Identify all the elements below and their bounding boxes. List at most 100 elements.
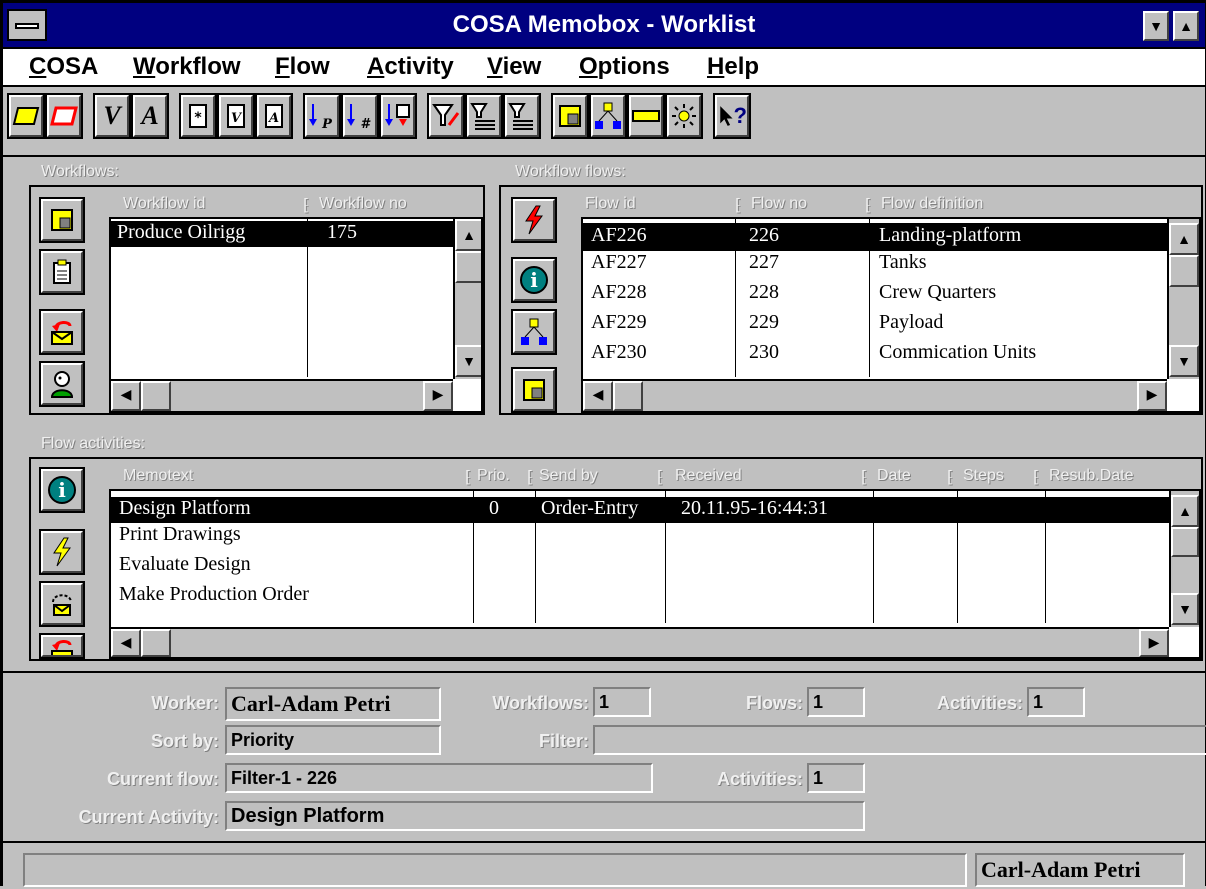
scroll-thumb[interactable] bbox=[141, 629, 171, 657]
flows-count-field: 1 bbox=[807, 687, 865, 717]
filter-list-button[interactable] bbox=[465, 93, 503, 139]
field-button[interactable] bbox=[627, 93, 665, 139]
memo-note-icon bbox=[559, 105, 581, 127]
current-activities-label: Activities: bbox=[716, 769, 803, 789]
menu-activity[interactable]: Activity bbox=[367, 53, 454, 81]
scroll-thumb[interactable] bbox=[1171, 527, 1199, 557]
sort-number-button[interactable]: # bbox=[341, 93, 379, 139]
sort-mail-button[interactable] bbox=[379, 93, 417, 139]
flow-id-cell: AF228 bbox=[591, 281, 647, 303]
minimize-button[interactable]: ▼ bbox=[1143, 11, 1169, 41]
activity-info-button[interactable]: i bbox=[39, 467, 85, 513]
sort-priority-button[interactable]: P bbox=[303, 93, 341, 139]
filter-edit-icon bbox=[432, 104, 460, 126]
menu-help[interactable]: Help bbox=[707, 53, 759, 81]
workflow-flows-list[interactable]: AF226 226 Landing-platform AF227 227 Tan… bbox=[581, 217, 1201, 413]
send-by-cell: Order-Entry bbox=[541, 497, 639, 519]
forward-mail-icon bbox=[52, 594, 72, 616]
scroll-left-arrow[interactable]: ◀ bbox=[111, 381, 141, 411]
sort-mail-icon bbox=[385, 104, 410, 126]
filter-field[interactable] bbox=[593, 725, 1206, 755]
scroll-up-arrow[interactable]: ▲ bbox=[455, 219, 481, 251]
menu-cosa[interactable]: COSA bbox=[29, 53, 98, 81]
scroll-up-arrow[interactable]: ▲ bbox=[1171, 495, 1199, 527]
hierarchy-button[interactable] bbox=[589, 93, 627, 139]
menu-bar: COSA Workflow Flow Activity View Options… bbox=[3, 49, 1205, 87]
scroll-thumb[interactable] bbox=[613, 381, 643, 411]
scroll-thumb[interactable] bbox=[1169, 255, 1199, 287]
workflow-open-button[interactable] bbox=[39, 197, 85, 243]
scroll-thumb[interactable] bbox=[455, 251, 481, 283]
flows-vscrollbar[interactable]: ▲ ▼ bbox=[1167, 219, 1199, 379]
scroll-left-arrow[interactable]: ◀ bbox=[583, 381, 613, 411]
menu-options[interactable]: Options bbox=[579, 53, 670, 81]
menu-view[interactable]: View bbox=[487, 53, 541, 81]
memotext-cell: Evaluate Design bbox=[119, 553, 251, 575]
workflow-return-mail-button[interactable] bbox=[39, 309, 85, 355]
flow-def-cell: Crew Quarters bbox=[879, 281, 997, 303]
table-row[interactable]: Design Platform 0 Order-Entry 20.11.95-1… bbox=[111, 497, 1169, 523]
flow-info-button[interactable]: i bbox=[511, 257, 557, 303]
hierarchy-icon bbox=[595, 102, 621, 129]
menu-workflow[interactable]: Workflow bbox=[133, 53, 241, 81]
scroll-right-arrow[interactable]: ▶ bbox=[1139, 629, 1169, 657]
filter-list-2-button[interactable] bbox=[503, 93, 541, 139]
col-received: Received bbox=[675, 467, 742, 484]
maximize-button[interactable]: ▲ bbox=[1173, 11, 1199, 41]
view-activity-button[interactable]: A bbox=[131, 93, 169, 139]
workflow-user-button[interactable] bbox=[39, 361, 85, 407]
scroll-up-arrow[interactable]: ▲ bbox=[1169, 223, 1199, 255]
flow-note-button[interactable] bbox=[511, 367, 557, 413]
workflows-hscrollbar[interactable]: ◀ ▶ bbox=[111, 379, 453, 411]
close-memobox-button[interactable] bbox=[45, 93, 83, 139]
activity-start-button[interactable] bbox=[39, 529, 85, 575]
scroll-left-arrow[interactable]: ◀ bbox=[111, 629, 141, 657]
workflow-copy-button[interactable] bbox=[39, 249, 85, 295]
scroll-right-arrow[interactable]: ▶ bbox=[1137, 381, 1167, 411]
flow-id-cell: AF227 bbox=[591, 251, 647, 273]
activity-forward-mail-button[interactable] bbox=[39, 581, 85, 627]
document-a-button[interactable]: A bbox=[255, 93, 293, 139]
open-memobox-button[interactable] bbox=[7, 93, 45, 139]
memo-note-button[interactable] bbox=[551, 93, 589, 139]
section-divider bbox=[3, 671, 1205, 673]
flow-start-button[interactable] bbox=[511, 197, 557, 243]
scroll-down-arrow[interactable]: ▼ bbox=[455, 345, 481, 377]
refresh-sun-button[interactable] bbox=[665, 93, 703, 139]
current-activity-label: Current Activity: bbox=[78, 807, 219, 827]
svg-text:i: i bbox=[58, 478, 66, 502]
status-bar: Carl-Adam Petri bbox=[3, 841, 1205, 889]
flow-activities-list[interactable]: Design Platform 0 Order-Entry 20.11.95-1… bbox=[109, 489, 1201, 659]
scroll-right-arrow[interactable]: ▶ bbox=[423, 381, 453, 411]
scroll-down-arrow[interactable]: ▼ bbox=[1169, 345, 1199, 377]
table-row[interactable]: AF226 226 Landing-platform bbox=[583, 223, 1167, 251]
filter-edit-button[interactable] bbox=[427, 93, 465, 139]
flow-id-cell: AF229 bbox=[591, 311, 647, 333]
activities-count-label: Activities: bbox=[936, 693, 1023, 713]
workflows-group-label: Workflows: bbox=[41, 163, 119, 180]
workflows-vscrollbar[interactable]: ▲ ▼ bbox=[453, 219, 481, 379]
svg-text:i: i bbox=[530, 268, 538, 292]
view-workflow-button[interactable]: V bbox=[93, 93, 131, 139]
document-v-button[interactable]: V bbox=[217, 93, 255, 139]
menu-flow[interactable]: Flow bbox=[275, 53, 330, 81]
col-sep: ⁅ bbox=[657, 469, 664, 486]
table-row[interactable]: Produce Oilrigg 175 bbox=[111, 221, 453, 247]
activities-hscrollbar[interactable]: ◀ ▶ bbox=[111, 627, 1169, 657]
scroll-down-arrow[interactable]: ▼ bbox=[1171, 593, 1199, 625]
activities-vscrollbar[interactable]: ▲ ▼ bbox=[1169, 491, 1199, 627]
svg-text:A: A bbox=[267, 111, 279, 126]
flows-hscrollbar[interactable]: ◀ ▶ bbox=[583, 379, 1167, 411]
help-question-mark: ? bbox=[733, 103, 747, 128]
filter-list-icon bbox=[470, 103, 495, 130]
flow-no-cell: 230 bbox=[749, 341, 779, 363]
flow-hierarchy-button[interactable] bbox=[511, 309, 557, 355]
context-help-button[interactable]: ? bbox=[713, 93, 751, 139]
activity-return-mail-button[interactable] bbox=[39, 633, 85, 659]
col-sep: ⁅ bbox=[947, 469, 954, 486]
new-document-button[interactable]: * bbox=[179, 93, 217, 139]
flow-id-cell: AF226 bbox=[591, 224, 647, 246]
workflows-list[interactable]: Produce Oilrigg 175 ▲ ▼ ◀ ▶ bbox=[109, 217, 483, 413]
scroll-thumb[interactable] bbox=[141, 381, 171, 411]
sort-by-field[interactable]: Priority bbox=[225, 725, 441, 755]
